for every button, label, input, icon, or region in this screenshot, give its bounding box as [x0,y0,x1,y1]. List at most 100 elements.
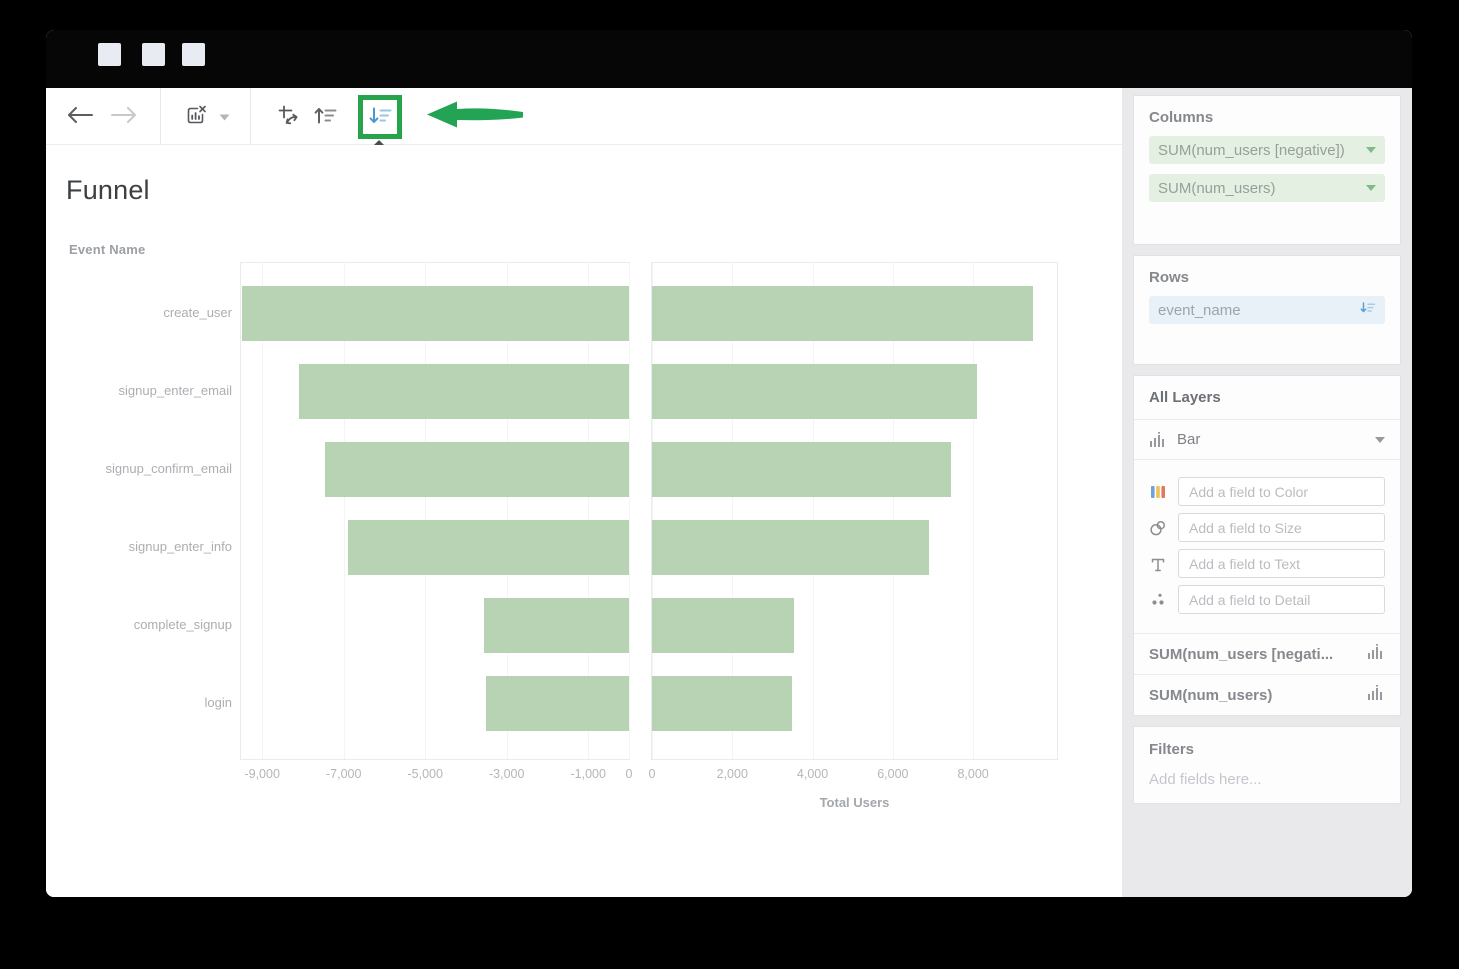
row-label-complete_signup[interactable]: complete_signup [134,617,232,632]
funnel-bar-signup_confirm_email[interactable] [325,442,629,497]
filters-card: Filters Add fields here... [1133,726,1401,804]
annotation-arrow-icon [426,100,526,135]
funnel-bar-login[interactable] [486,676,629,731]
worksheet-view: Funnel Event Name create_user signup_ente… [46,145,1122,897]
axis-tick-label: -5,000 [407,767,442,781]
row-label-signup_confirm_email[interactable]: signup_confirm_email [106,461,232,476]
funnel-bar-login[interactable] [652,676,792,731]
pill-label: SUM(num_users [negative]) [1158,142,1345,159]
sort-descending-highlight-box [358,95,402,139]
caret-down-icon [219,109,230,124]
measure-label: SUM(num_users [negati... [1149,646,1333,663]
layer-type-label: Bar [1177,431,1200,448]
color-field-input[interactable] [1178,477,1385,506]
funnel-bar-complete_signup[interactable] [484,598,629,653]
funnel-bar-signup_enter_info[interactable] [348,520,629,575]
funnel-bar-signup_confirm_email[interactable] [652,442,951,497]
bar-chart-icon [1367,644,1385,664]
axis-tick-label: 4,000 [797,767,828,781]
caret-down-icon[interactable] [1366,185,1376,191]
axis-tick-label: 8,000 [957,767,988,781]
sort-descending-button[interactable] [368,106,392,129]
columns-pill-num-users[interactable]: SUM(num_users) [1149,174,1385,202]
row-label-signup_enter_info[interactable]: signup_enter_info [129,539,232,554]
axis-tick-label: 0 [626,767,633,781]
forward-button[interactable] [104,88,144,144]
caret-down-icon[interactable] [1366,147,1376,153]
sort-ascending-button[interactable] [304,88,346,144]
funnel-bar-create_user[interactable] [242,286,629,341]
row-label-signup_enter_email[interactable]: signup_enter_email [119,383,232,398]
rows-card: Rows event_name [1133,255,1401,365]
axis-tick-label: -9,000 [244,767,279,781]
clear-sheet-button[interactable] [176,88,216,144]
rows-pill-event-name[interactable]: event_name [1149,296,1385,324]
swap-axes-icon [277,104,299,129]
filters-drop-zone[interactable]: Add fields here... [1149,771,1385,788]
axis-tick-label: -7,000 [326,767,361,781]
color-shelf [1149,477,1385,506]
shelf-sidebar: Columns SUM(num_users [negative]) SUM(nu… [1122,88,1412,897]
text-shelf [1149,549,1385,578]
measure-row-num-users[interactable]: SUM(num_users) [1134,674,1400,715]
window-titlebar [46,30,1412,88]
sort-descending-mini-icon[interactable] [1360,302,1376,319]
main-content: Sort event_name Descending by num_users … [46,88,1122,897]
app-window: Sort event_name Descending by num_users … [46,30,1412,897]
text-field-input[interactable] [1178,549,1385,578]
axis-tick-label: 0 [649,767,656,781]
row-label-create_user[interactable]: create_user [163,305,232,320]
bar-chart-icon [1149,432,1167,448]
screen: Sort event_name Descending by num_users … [0,0,1459,969]
funnel-bar-complete_signup[interactable] [652,598,794,653]
clear-sheet-caret-button[interactable] [214,88,234,144]
chart-panel-negative [240,262,630,760]
sort-ascending-icon [313,105,337,128]
axis-tick-label: -3,000 [489,767,524,781]
x-axis-title: Total Users [651,795,1058,810]
axis-tick-label: -1,000 [571,767,606,781]
bar-chart-icon [1367,685,1385,705]
axis-tick-label: 6,000 [877,767,908,781]
size-field-input[interactable] [1178,513,1385,542]
all-layers-card: All Layers Bar [1133,375,1401,716]
size-icon [1149,519,1167,536]
row-axis-header: Event Name [69,242,145,257]
color-icon [1149,484,1167,500]
funnel-bar-signup_enter_email[interactable] [652,364,977,419]
detail-shelf [1149,585,1385,614]
layer-type-selector[interactable]: Bar [1134,420,1400,460]
window-control-1[interactable] [98,43,121,66]
all-layers-header: All Layers [1149,389,1385,406]
detail-field-input[interactable] [1178,585,1385,614]
chart-panel-positive [651,262,1058,760]
toolbar-divider [250,88,251,144]
row-labels: create_user signup_enter_email signup_conf… [46,262,232,760]
forward-arrow-icon [111,107,137,126]
clear-sheet-icon [184,104,208,129]
sheet-title: Funnel [66,175,150,206]
back-arrow-icon [67,107,93,126]
funnel-bar-signup_enter_info[interactable] [652,520,929,575]
row-label-login[interactable]: login [205,695,232,710]
axis-tick-label: 2,000 [717,767,748,781]
columns-header: Columns [1149,109,1385,126]
swap-axes-button[interactable] [268,88,308,144]
filters-header: Filters [1149,741,1385,758]
gridline [629,263,630,759]
pill-label: SUM(num_users) [1158,180,1276,197]
measure-label: SUM(num_users) [1149,687,1272,704]
funnel-bar-create_user[interactable] [652,286,1033,341]
size-shelf [1149,513,1385,542]
window-control-2[interactable] [142,43,165,66]
toolbar-divider [160,88,161,144]
window-control-3[interactable] [182,43,205,66]
pill-label: event_name [1158,302,1241,319]
text-icon [1149,556,1167,572]
funnel-bar-signup_enter_email[interactable] [299,364,629,419]
columns-pill-num-users-negative[interactable]: SUM(num_users [negative]) [1149,136,1385,164]
back-button[interactable] [60,88,100,144]
detail-icon [1149,592,1167,607]
toolbar [46,88,1122,145]
measure-row-num-users-negative[interactable]: SUM(num_users [negati... [1134,633,1400,674]
